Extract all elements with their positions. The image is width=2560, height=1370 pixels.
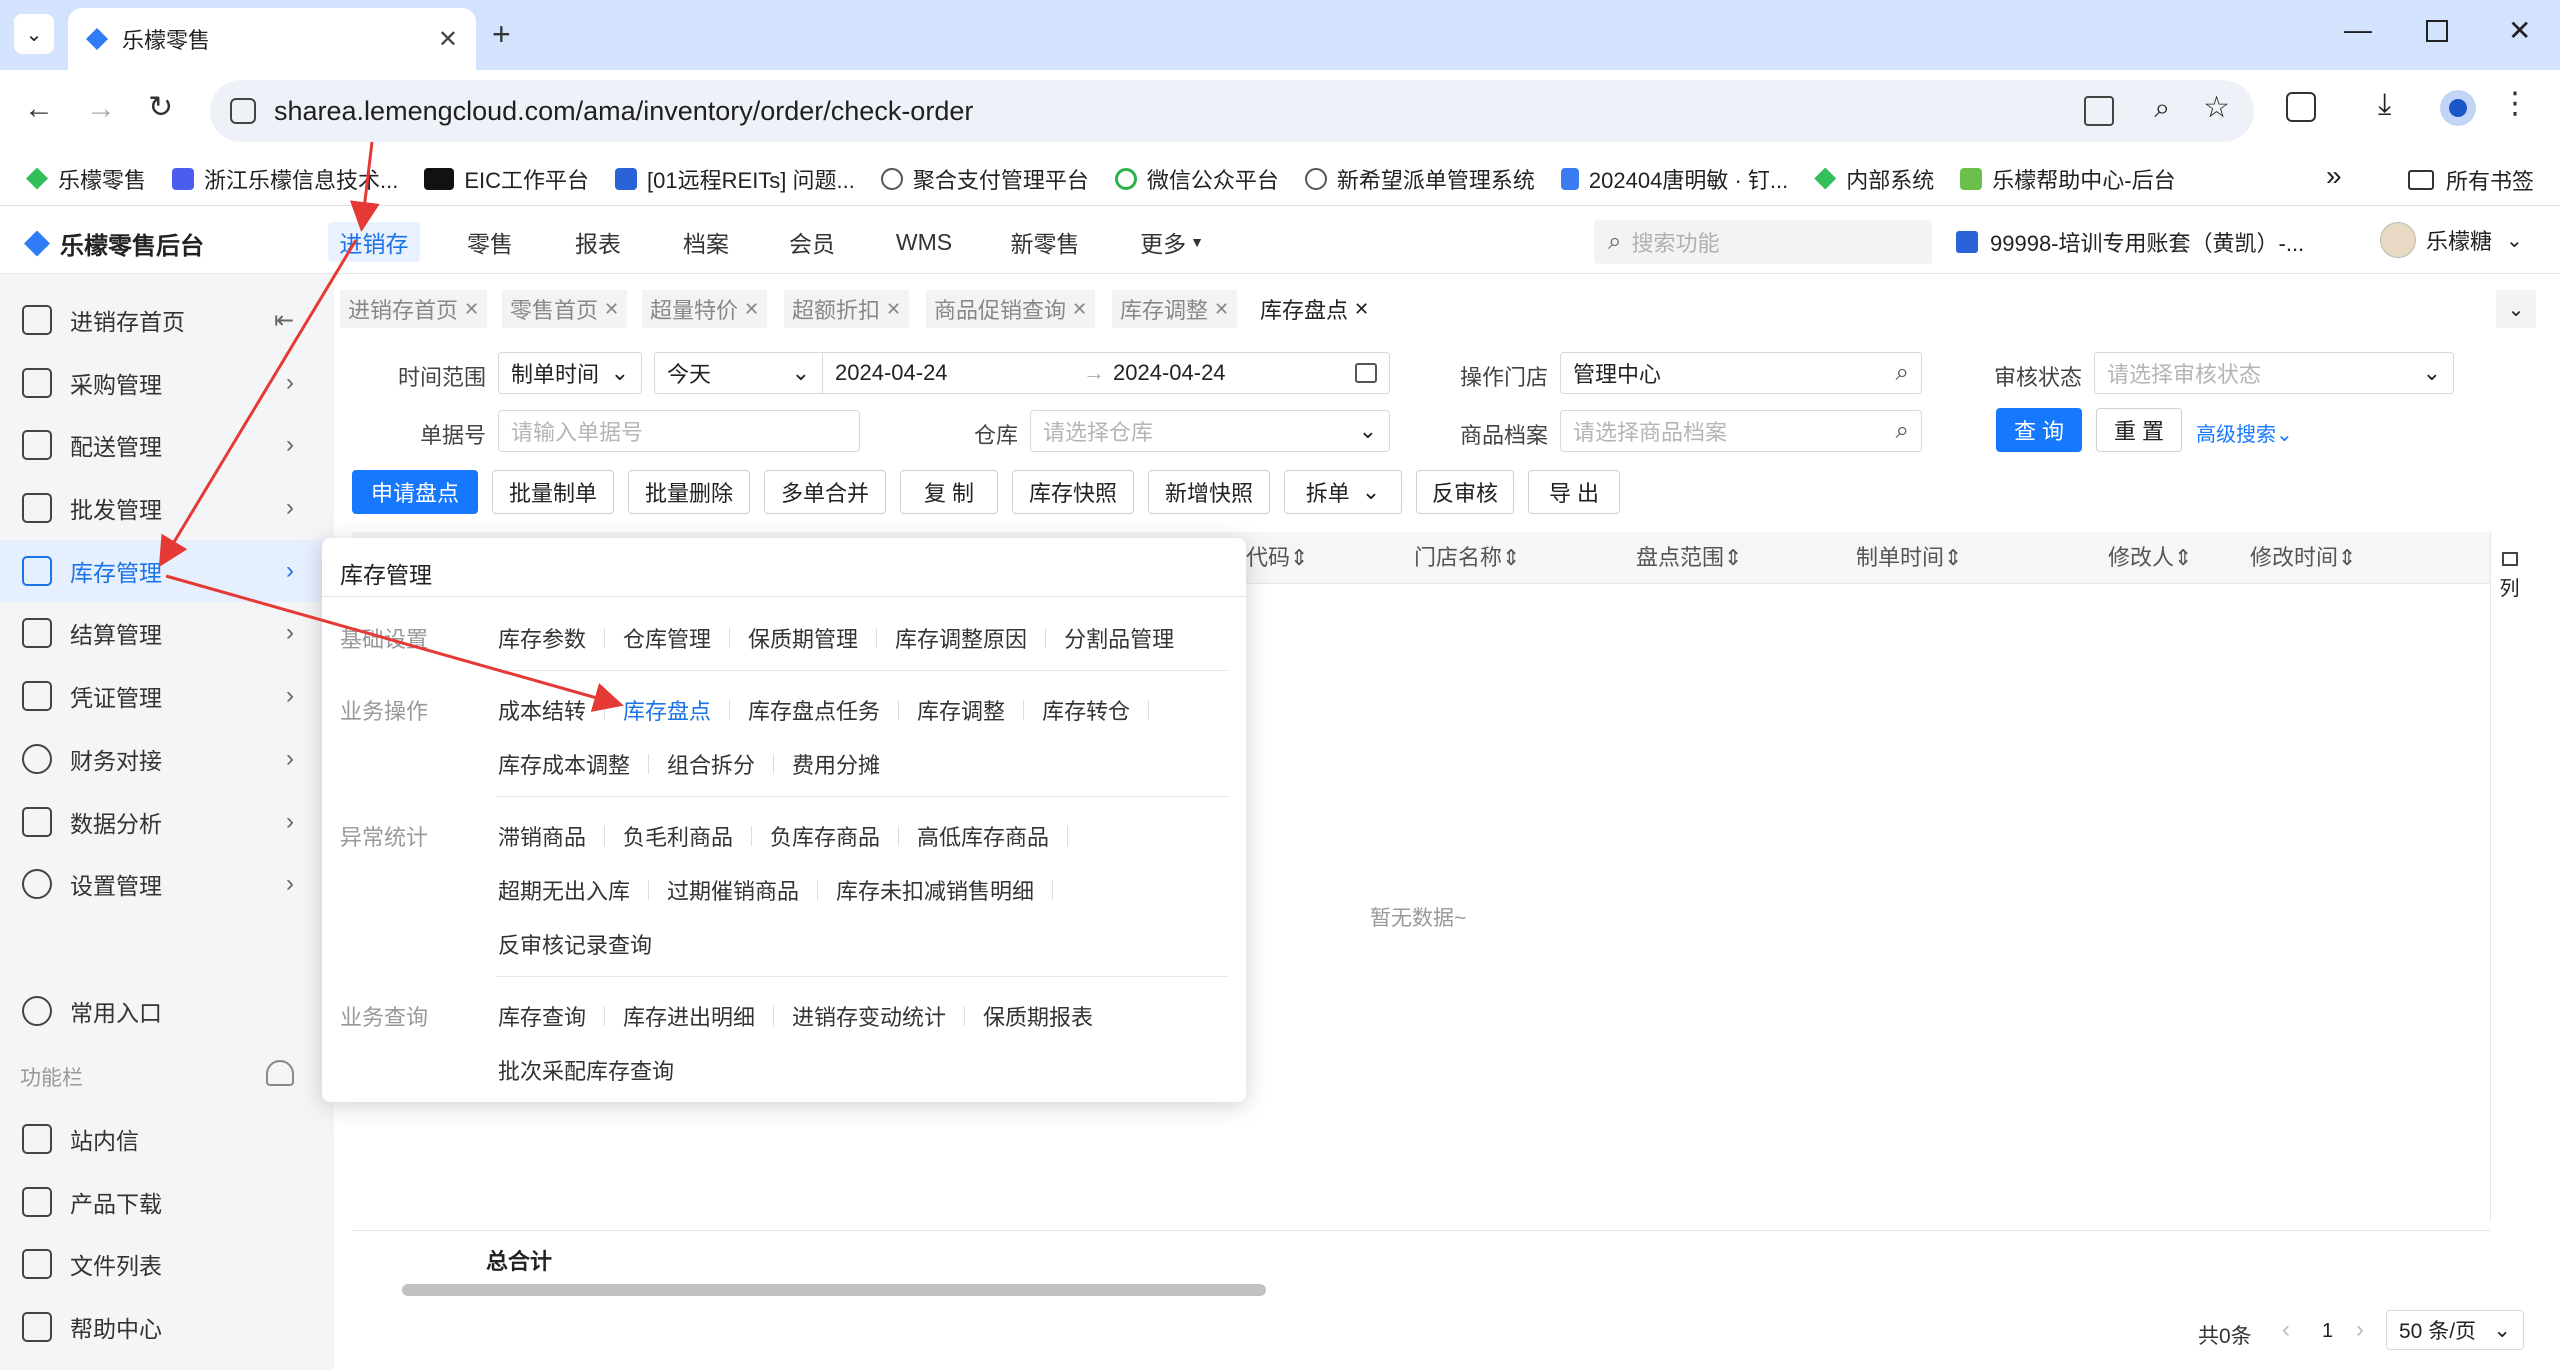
annotation-arrow: [349, 141, 380, 232]
annotation-arrow: [165, 574, 624, 712]
annotation-arrows: [158, 141, 624, 712]
annotation-arrow: [158, 239, 358, 568]
